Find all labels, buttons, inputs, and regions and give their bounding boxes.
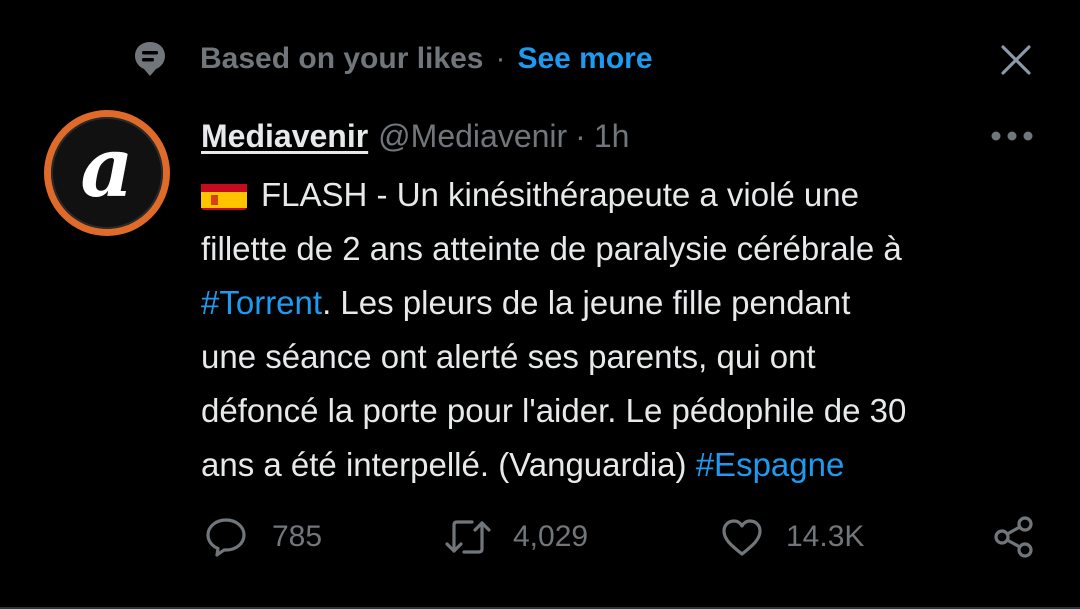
tweet-text-segment: défoncé la porte pour l'aider. Le pédoph… <box>201 392 907 429</box>
retweet-button[interactable]: 4,029 <box>445 512 588 562</box>
hashtag-link[interactable]: #Espagne <box>696 446 845 483</box>
reply-button[interactable]: 785 <box>204 512 322 562</box>
reply-icon <box>206 518 246 557</box>
like-button[interactable]: 14.3K <box>720 512 864 562</box>
tweet-text-segment: ans a été interpellé. (Vanguardia) <box>201 446 696 483</box>
speech-bubble-pin-icon <box>130 39 170 79</box>
tweet-line: défoncé la porte pour l'aider. Le pédoph… <box>201 384 1051 438</box>
more-dots-icon <box>991 131 1033 141</box>
hashtag-link[interactable]: #Torrent <box>201 284 322 321</box>
tweet-timestamp[interactable]: 1h <box>594 118 630 155</box>
author-handle[interactable]: @Mediavenir <box>378 118 567 155</box>
tweet-text: FLASH - Un kinésithérapeute a violé une … <box>201 168 1051 492</box>
share-icon <box>994 516 1033 558</box>
dismiss-button[interactable] <box>992 36 1040 84</box>
context-separator: · <box>495 42 506 75</box>
share-button[interactable] <box>992 512 1036 562</box>
tweet-line: ans a été interpellé. (Vanguardia) #Espa… <box>201 438 1051 492</box>
retweet-count: 4,029 <box>513 520 589 553</box>
like-count: 14.3K <box>786 520 865 553</box>
social-context: Based on your likes · See more <box>130 36 653 82</box>
tweet-line: une séance ont alerté ses parents, qui o… <box>201 330 1051 384</box>
retweet-icon <box>445 520 491 554</box>
tweet-text-segment: une séance ont alerté ses parents, qui o… <box>201 338 816 375</box>
avatar-letter: a <box>80 120 134 216</box>
tweet-line: fillette de 2 ans atteinte de paralysie … <box>201 222 1051 276</box>
tweet-actions: 785 4,029 14.3K <box>0 512 1080 562</box>
tweet-header: Mediavenir @Mediavenir · 1h <box>201 112 629 160</box>
avatar[interactable]: a <box>44 110 170 236</box>
avatar-logo: a <box>51 117 163 229</box>
tweet-line: FLASH - Un kinésithérapeute a violé une <box>201 168 1051 222</box>
tweet-text-segment: fillette de 2 ans atteinte de paralysie … <box>201 230 902 267</box>
heart-icon <box>722 519 762 556</box>
tweet-card[interactable]: Based on your likes · See more a Mediave… <box>0 0 1080 609</box>
more-options-button[interactable] <box>988 116 1036 156</box>
see-more-link[interactable]: See more <box>517 42 652 76</box>
context-label: Based on your likes <box>200 42 484 75</box>
author-display-name[interactable]: Mediavenir <box>201 118 368 155</box>
tweet-text-segment: . Les pleurs de la jeune fille pendant <box>322 284 851 321</box>
header-separator: · <box>575 117 586 154</box>
tweet-text-segment: FLASH - Un kinésithérapeute a violé une <box>261 176 859 213</box>
reply-count: 785 <box>272 520 323 553</box>
tweet-line: #Torrent. Les pleurs de la jeune fille p… <box>201 276 1051 330</box>
close-icon <box>1001 45 1031 75</box>
spain-flag-icon <box>201 178 247 210</box>
